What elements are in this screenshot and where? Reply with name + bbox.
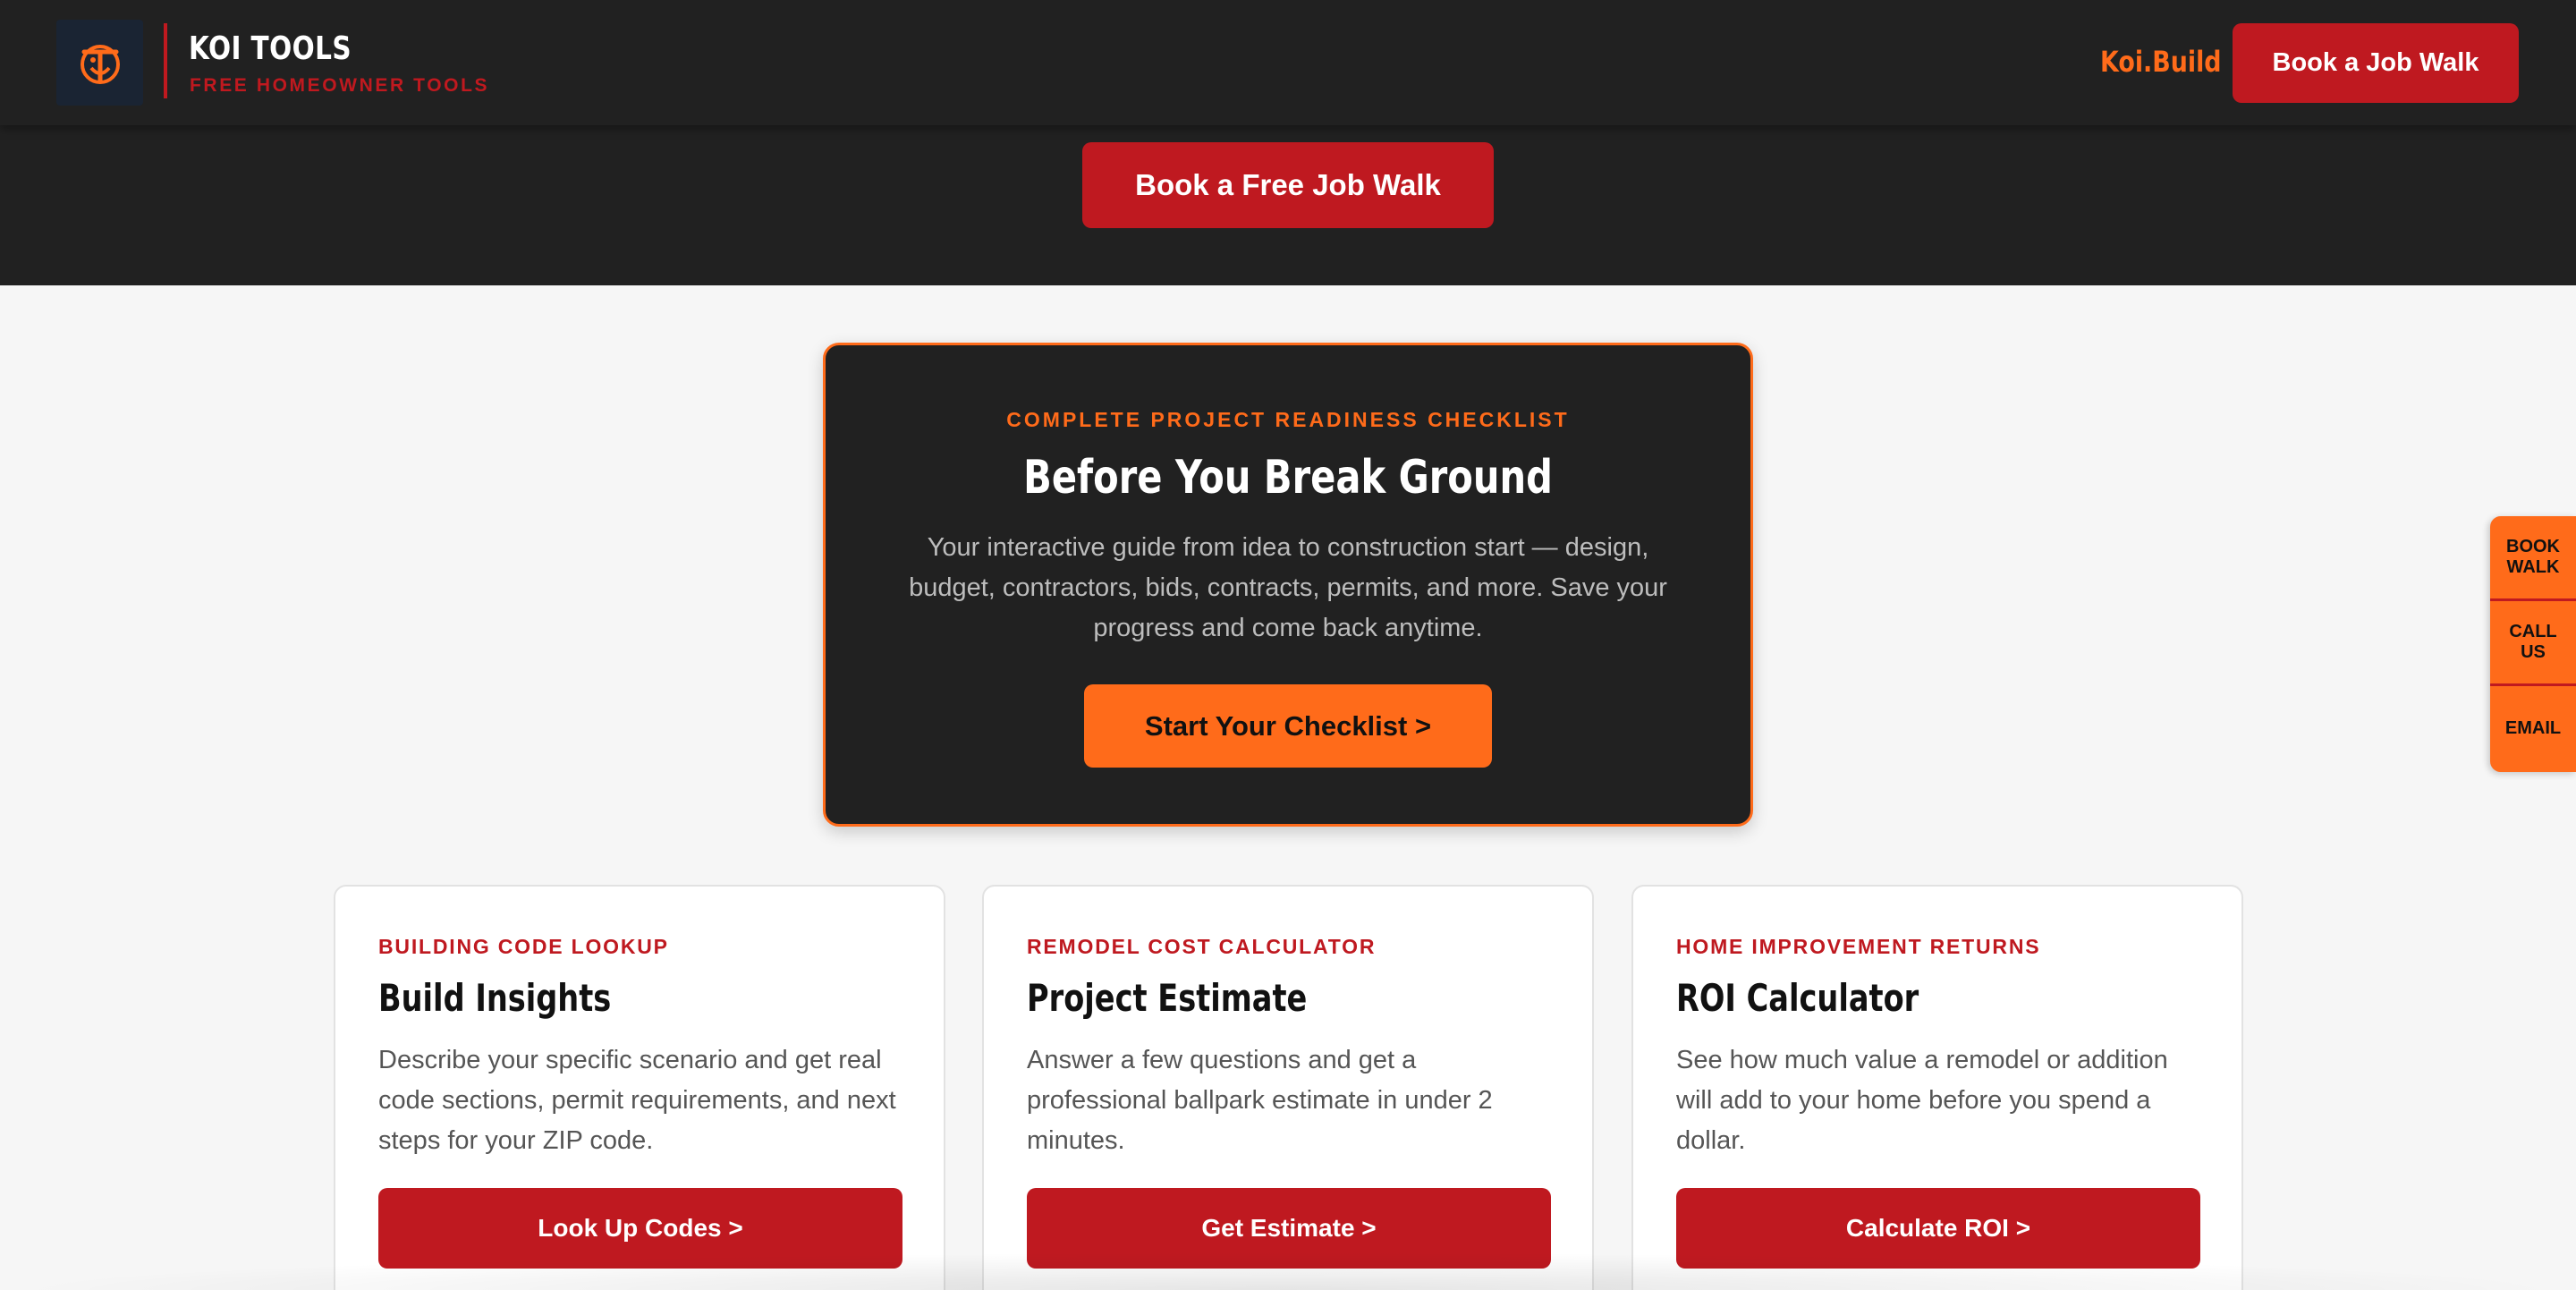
tool-description: See how much value a remodel or addition…: [1676, 1046, 2168, 1155]
start-checklist-button[interactable]: Start Your Checklist >: [1084, 684, 1492, 768]
koi-build-link[interactable]: Koi.Build: [2100, 45, 2222, 79]
checklist-eyebrow: COMPLETE PROJECT READINESS CHECKLIST: [1006, 408, 1570, 431]
tool-eyebrow: REMODEL COST CALCULATOR: [1027, 935, 1377, 958]
get-estimate-button[interactable]: Get Estimate >: [1027, 1188, 1551, 1269]
side-book-walk-button[interactable]: BOOK WALK: [2490, 516, 2576, 601]
book-job-walk-button[interactable]: Book a Job Walk: [2233, 23, 2519, 103]
tool-card-roi-calculator: HOME IMPROVEMENT RETURNS ROI Calculator …: [1631, 885, 2243, 1290]
tool-description: Answer a few questions and get a profess…: [1027, 1046, 1493, 1155]
side-call-us-button[interactable]: CALL US: [2490, 601, 2576, 686]
floating-contact-tab: BOOK WALK CALL US EMAIL: [2490, 516, 2576, 772]
tool-card-project-estimate: REMODEL COST CALCULATOR Project Estimate…: [982, 885, 1594, 1290]
checklist-title: Before You Break Ground: [1023, 451, 1553, 505]
tool-eyebrow: HOME IMPROVEMENT RETURNS: [1676, 935, 2041, 958]
checklist-description: Your interactive guide from idea to cons…: [909, 533, 1667, 642]
tool-title: Project Estimate: [1027, 976, 1308, 1020]
book-free-job-walk-button[interactable]: Book a Free Job Walk: [1082, 142, 1494, 228]
checklist-card: COMPLETE PROJECT READINESS CHECKLIST Bef…: [823, 343, 1753, 827]
tool-eyebrow: BUILDING CODE LOOKUP: [378, 935, 669, 958]
tool-card-build-insights: BUILDING CODE LOOKUP Build Insights Desc…: [334, 885, 945, 1290]
tool-title: Build Insights: [378, 976, 612, 1020]
brand-title: KOI TOOLS: [189, 30, 352, 67]
koi-logo-icon[interactable]: [56, 20, 143, 106]
side-email-button[interactable]: EMAIL: [2490, 686, 2576, 771]
hero-section: Book a Free Job Walk: [0, 125, 2576, 285]
tool-description: Describe your specific scenario and get …: [378, 1046, 896, 1155]
look-up-codes-button[interactable]: Look Up Codes >: [378, 1188, 902, 1269]
koi-logo-mark: [80, 45, 120, 84]
tool-title: ROI Calculator: [1676, 976, 1919, 1020]
brand-divider: [164, 23, 167, 98]
brand-subtitle: FREE HOMEOWNER TOOLS: [190, 75, 490, 96]
site-header: KOI TOOLS FREE HOMEOWNER TOOLS Koi.Build…: [0, 0, 2576, 125]
calculate-roi-button[interactable]: Calculate ROI >: [1676, 1188, 2200, 1269]
